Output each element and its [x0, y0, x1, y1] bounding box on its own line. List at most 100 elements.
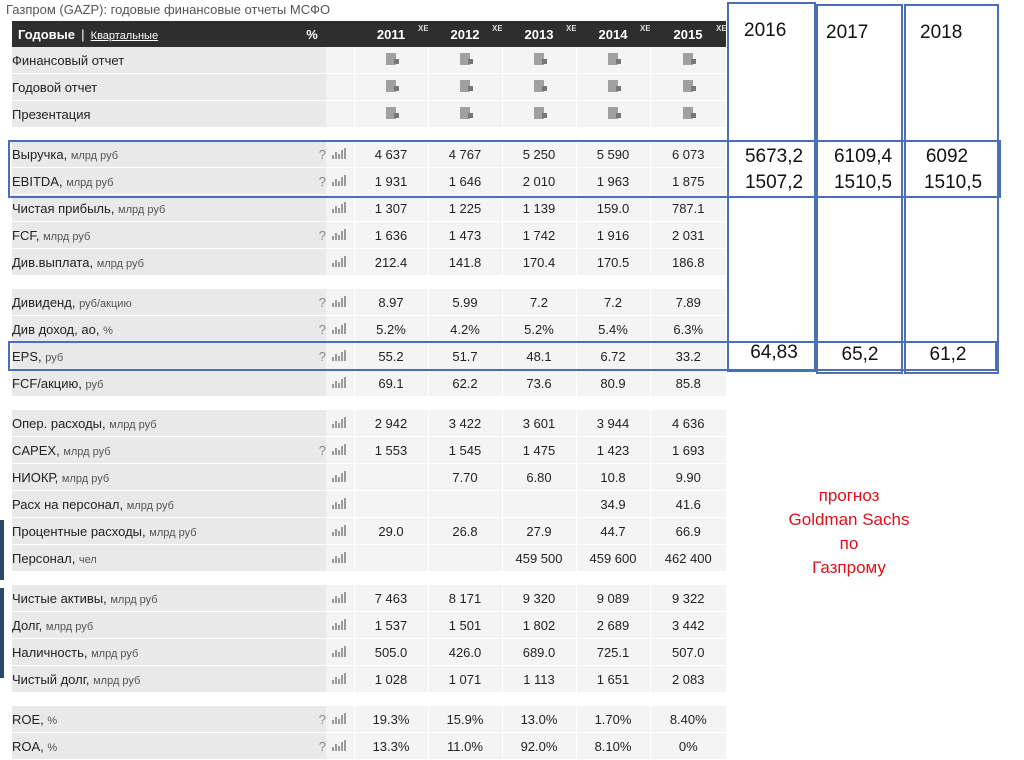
- metric-value: 212.4: [353, 248, 428, 276]
- document-download-icon[interactable]: [534, 106, 547, 119]
- forecast-revenue-2018: 6092: [925, 146, 969, 167]
- help-icon[interactable]: [298, 490, 326, 518]
- document-download-icon[interactable]: [608, 79, 621, 92]
- help-icon[interactable]: [298, 517, 326, 545]
- year-2015-header[interactable]: 2015 XE: [650, 21, 727, 47]
- help-icon[interactable]: [298, 194, 326, 222]
- metric-value: 6.80: [501, 463, 576, 491]
- document-download-icon[interactable]: [534, 52, 547, 65]
- help-icon[interactable]: [298, 585, 326, 612]
- xe-icon[interactable]: XE: [640, 25, 651, 33]
- bar-chart-icon[interactable]: [332, 255, 347, 267]
- metric-unit: чел: [78, 553, 97, 566]
- bar-chart-icon[interactable]: [332, 524, 347, 536]
- metric-value: 3 944: [575, 410, 650, 437]
- xe-icon[interactable]: XE: [418, 25, 429, 33]
- bar-chart-icon[interactable]: [332, 672, 347, 684]
- help-icon[interactable]: [298, 638, 326, 666]
- metric-value: 1 225: [427, 194, 502, 222]
- help-icon[interactable]: [298, 410, 326, 437]
- metric-value: 26.8: [427, 517, 502, 545]
- help-icon[interactable]: ?: [298, 732, 326, 760]
- document-download-icon[interactable]: [460, 106, 473, 119]
- metric-value: 6.3%: [649, 315, 726, 343]
- bar-chart-icon[interactable]: [332, 322, 347, 334]
- help-icon[interactable]: ?: [298, 221, 326, 249]
- metric-row: ROE, %? 19.3% 15.9% 13.0% 1.70% 8.40%: [12, 706, 726, 733]
- help-icon[interactable]: [298, 544, 326, 572]
- metric-label: FCF/акцию, руб: [12, 369, 298, 397]
- document-download-icon[interactable]: [608, 106, 621, 119]
- metric-label: Чистая прибыль, млрд руб: [12, 194, 298, 222]
- bar-chart-icon[interactable]: [332, 470, 347, 482]
- metric-value: 505.0: [353, 638, 428, 666]
- document-download-icon[interactable]: [386, 79, 399, 92]
- document-download-icon[interactable]: [683, 106, 697, 119]
- metric-value: 170.5: [575, 248, 650, 276]
- help-icon[interactable]: [298, 248, 326, 276]
- metric-value: 1.70%: [575, 706, 650, 733]
- metric-value: 1 473: [427, 221, 502, 249]
- bar-chart-icon[interactable]: [332, 201, 347, 213]
- forecast-ebitda-2018: 1510,5: [923, 172, 983, 193]
- help-icon[interactable]: [298, 665, 326, 693]
- document-download-icon[interactable]: [683, 52, 697, 65]
- forecast-note-line: Goldman Sachs: [788, 510, 910, 529]
- metric-unit: млрд руб: [63, 445, 111, 458]
- help-icon[interactable]: ?: [298, 436, 326, 464]
- group-spacer: [12, 396, 726, 410]
- metric-value: 5.4%: [575, 315, 650, 343]
- document-download-icon[interactable]: [386, 52, 399, 65]
- tab-quarterly[interactable]: Квартальные: [91, 30, 158, 42]
- document-download-icon[interactable]: [386, 106, 399, 119]
- page-title: Газпром (GAZP): годовые финансовые отчет…: [6, 2, 331, 17]
- metric-row: Див доход, ао, %? 5.2% 4.2% 5.2% 5.4% 6.3%: [12, 315, 726, 343]
- bar-chart-icon[interactable]: [332, 551, 347, 563]
- bar-chart-icon[interactable]: [332, 497, 347, 509]
- help-icon[interactable]: ?: [298, 706, 326, 733]
- header-row: Годовые | Квартальные % 2011 XE 2012 XE 2013…: [12, 21, 727, 47]
- help-icon[interactable]: ?: [298, 315, 326, 343]
- document-download-icon[interactable]: [608, 52, 621, 65]
- metric-value: 29.0: [353, 517, 428, 545]
- metric-label: Див доход, ао, %: [12, 315, 298, 343]
- metric-value: 62.2: [427, 369, 502, 397]
- year-2011-header[interactable]: 2011 XE: [354, 21, 429, 47]
- metric-value: 186.8: [649, 248, 726, 276]
- metric-row: Чистая прибыль, млрд руб 1 307 1 225 1 139 1…: [12, 194, 726, 222]
- document-download-icon[interactable]: [534, 79, 547, 92]
- document-download-icon[interactable]: [460, 52, 473, 65]
- bar-chart-icon[interactable]: [332, 295, 347, 307]
- metric-value: 7.70: [427, 463, 502, 491]
- document-download-icon[interactable]: [683, 79, 697, 92]
- metric-value: 1 545: [427, 436, 502, 464]
- help-icon[interactable]: [298, 463, 326, 491]
- year-2012-header[interactable]: 2012 XE: [428, 21, 503, 47]
- metric-value: 10.8: [575, 463, 650, 491]
- help-icon[interactable]: [298, 611, 326, 639]
- year-2014-header[interactable]: 2014 XE: [576, 21, 651, 47]
- xe-icon[interactable]: XE: [492, 25, 503, 33]
- bar-chart-icon[interactable]: [332, 645, 347, 657]
- help-icon[interactable]: ?: [298, 289, 326, 316]
- metric-value: 80.9: [575, 369, 650, 397]
- metric-value: 7.2: [501, 289, 576, 316]
- metric-value: [353, 544, 428, 572]
- document-download-icon[interactable]: [460, 79, 473, 92]
- percent-toggle[interactable]: %: [298, 21, 326, 47]
- tab-annual[interactable]: Годовые: [18, 27, 75, 42]
- bar-chart-icon[interactable]: [332, 376, 347, 388]
- bar-chart-icon[interactable]: [332, 712, 347, 724]
- bar-chart-icon[interactable]: [332, 591, 347, 603]
- xe-icon[interactable]: XE: [566, 25, 577, 33]
- xe-icon[interactable]: XE: [716, 25, 727, 33]
- bar-chart-icon[interactable]: [332, 443, 347, 455]
- bar-chart-icon[interactable]: [332, 416, 347, 428]
- bar-chart-icon[interactable]: [332, 618, 347, 630]
- metric-label: Опер. расходы, млрд руб: [12, 410, 298, 437]
- year-2013-header[interactable]: 2013 XE: [502, 21, 577, 47]
- bar-chart-icon[interactable]: [332, 228, 347, 240]
- bar-chart-icon[interactable]: [332, 739, 347, 751]
- period-switch: Годовые | Квартальные: [12, 21, 298, 47]
- help-icon[interactable]: [298, 369, 326, 397]
